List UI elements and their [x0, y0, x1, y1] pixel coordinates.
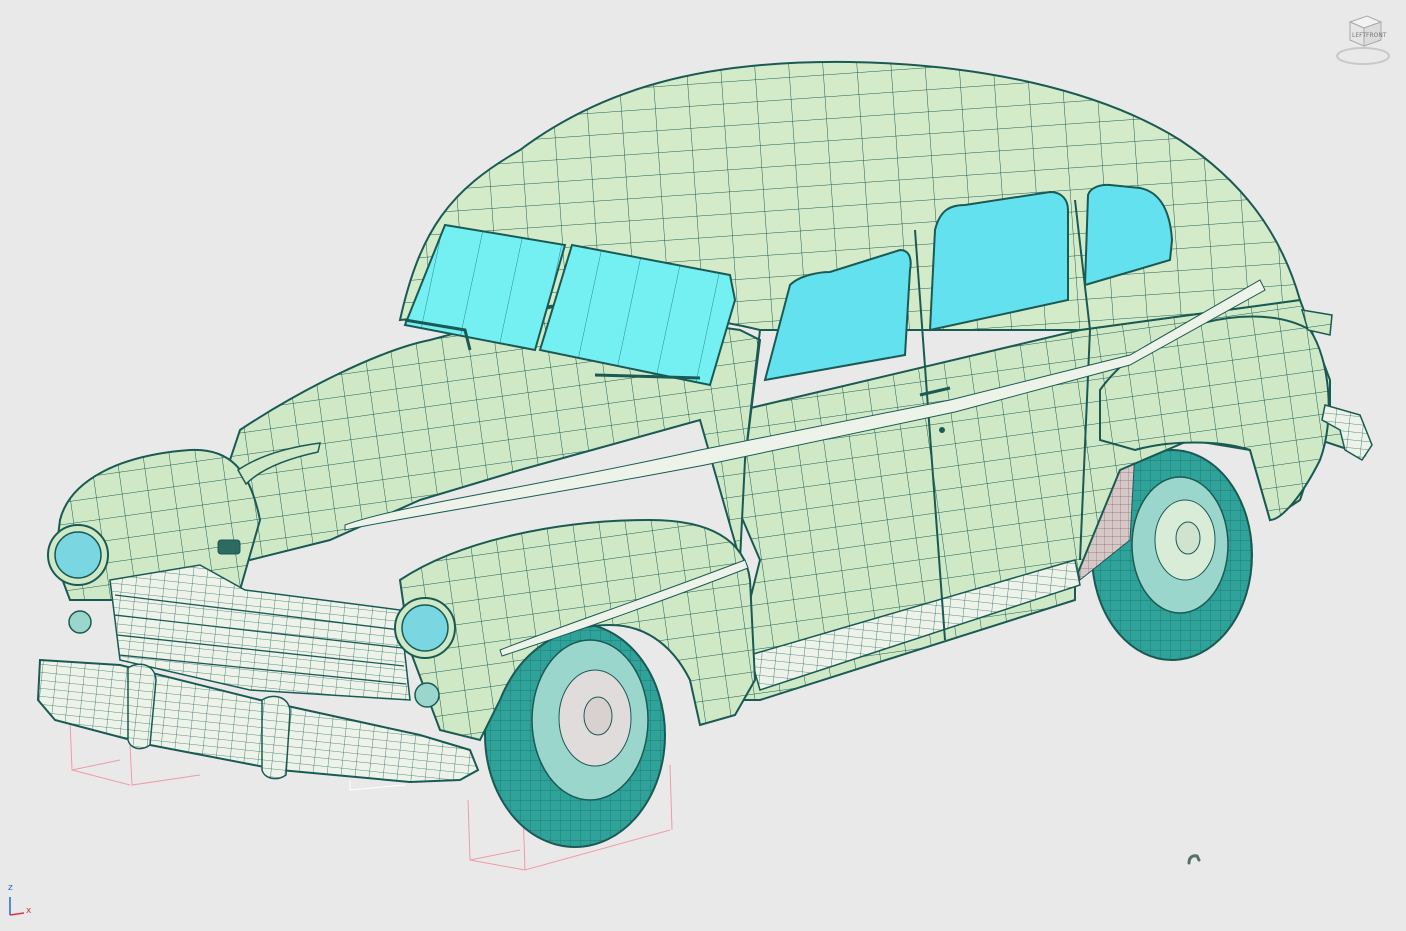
- view-cube-navigator[interactable]: LEFT FRONT: [1334, 12, 1392, 68]
- headlight-right: [394, 597, 456, 659]
- x-axis-label: x: [26, 906, 32, 916]
- bumper-guard-right: [261, 695, 291, 780]
- pointer-cursor-icon: [1187, 850, 1201, 865]
- view-cube-ring: [1336, 47, 1390, 65]
- hood-emblem: [217, 539, 241, 555]
- axis-triad: z x: [2, 883, 42, 923]
- 3d-viewport[interactable]: LEFT FRONT z x: [0, 0, 1406, 931]
- parking-light-right: [414, 682, 440, 708]
- parking-light-left: [68, 610, 92, 634]
- z-axis-label: z: [8, 883, 13, 893]
- car-wireframe-model[interactable]: [0, 0, 1406, 931]
- view-cube-left-label: LEFT: [1352, 32, 1366, 39]
- x-axis-line: [9, 912, 25, 916]
- headlight-left: [47, 524, 109, 586]
- view-cube-front-label: FRONT: [1366, 32, 1387, 39]
- door-keyhole: [939, 427, 945, 433]
